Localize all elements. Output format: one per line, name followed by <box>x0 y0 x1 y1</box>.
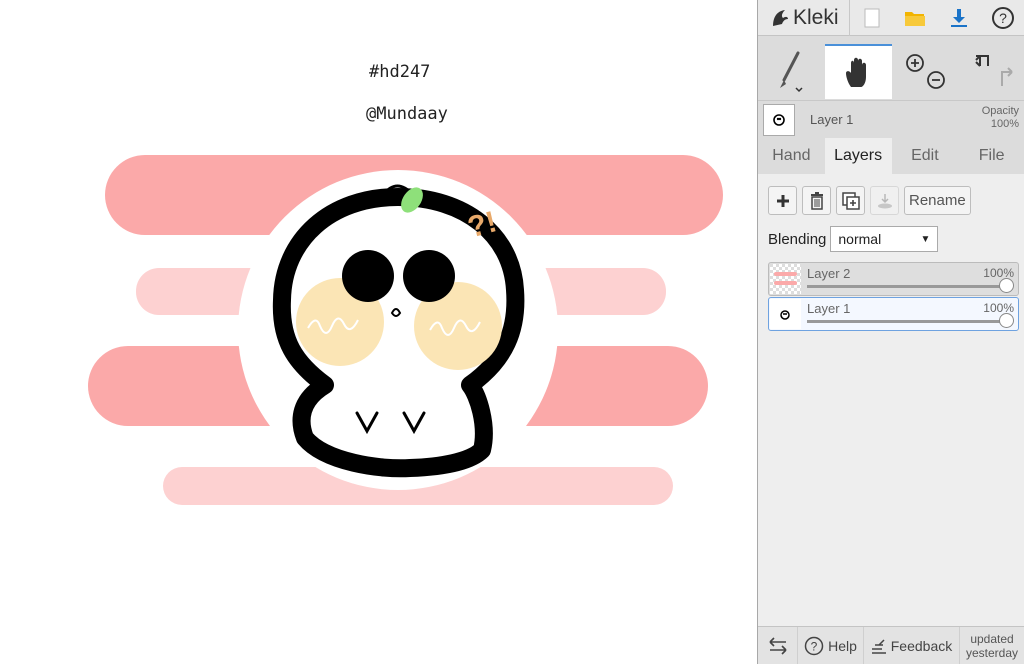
app-name: Kleki <box>793 6 839 29</box>
help-label: Help <box>828 637 857 654</box>
feedback-label: Feedback <box>890 637 953 654</box>
layer-row-layer-1[interactable]: Layer 1 100% <box>768 297 1019 331</box>
new-image-button[interactable] <box>850 0 894 36</box>
svg-text:?: ? <box>999 10 1007 26</box>
hand-tool-button[interactable] <box>824 44 892 99</box>
layer-2-thumbnail <box>770 264 801 294</box>
duplicate-layer-button[interactable] <box>836 186 865 215</box>
help-button[interactable]: ? Help <box>798 626 864 664</box>
updated-line-1: updated <box>970 631 1014 646</box>
help-circle-icon: ? <box>804 636 824 655</box>
open-button[interactable] <box>894 0 938 36</box>
nose <box>390 308 402 317</box>
hand-icon <box>846 57 867 87</box>
panel-tabs: Hand Layers Edit File <box>758 138 1024 174</box>
canvas-text-hashtag: #hd247 <box>369 62 431 82</box>
new-file-icon <box>864 8 880 28</box>
feedback-icon <box>871 638 886 654</box>
current-layer-name: Layer 1 <box>810 112 854 127</box>
help-icon: ? <box>992 7 1015 29</box>
history-buttons <box>958 44 1024 99</box>
current-layer-info: Layer 1 Opacity 100% <box>758 100 1024 138</box>
opacity-label: Opacity <box>981 105 1019 117</box>
trash-icon <box>810 191 823 210</box>
zoom-out-icon[interactable] <box>926 70 945 89</box>
tab-hand[interactable]: Hand <box>758 138 825 174</box>
plus-icon <box>776 194 789 207</box>
download-icon <box>951 9 968 27</box>
dropdown-arrow-icon: ▼ <box>920 233 931 245</box>
layer-row-layer-2[interactable]: Layer 2 100% <box>768 262 1019 296</box>
help-top-button[interactable]: ? <box>981 0 1024 36</box>
tab-edit[interactable]: Edit <box>892 138 959 174</box>
layer-name: Layer 2 <box>807 266 851 281</box>
opacity-value: 100% <box>990 118 1019 130</box>
kleki-mark-icon <box>773 10 788 26</box>
tool-row <box>758 44 1024 99</box>
layer-opacity-handle[interactable] <box>999 313 1014 328</box>
merge-down-button[interactable] <box>870 186 899 215</box>
layer-opacity-slider[interactable] <box>807 320 1006 323</box>
folder-icon <box>905 12 926 26</box>
merge-down-icon <box>877 193 892 208</box>
canvas-text-handle: @Mundaay <box>366 104 448 124</box>
updated-status[interactable]: updated yesterday <box>960 632 1018 660</box>
layer-opacity-handle[interactable] <box>999 278 1014 293</box>
updated-line-2: yesterday <box>966 645 1019 660</box>
layer-buttons: Rename <box>768 186 971 215</box>
zoom-in-icon[interactable] <box>905 53 924 72</box>
blending-value: normal <box>838 231 882 247</box>
swap-sides-button[interactable] <box>758 626 798 664</box>
current-layer-opacity[interactable]: Opacity 100% <box>982 105 1019 131</box>
brush-icon <box>780 51 803 92</box>
blending-select[interactable]: normal ▼ <box>830 226 939 252</box>
rename-layer-button[interactable]: Rename <box>904 186 971 215</box>
redo-icon[interactable] <box>1000 66 1013 86</box>
tab-layers[interactable]: Layers <box>824 138 892 174</box>
layer-1-thumbnail <box>770 299 801 329</box>
current-layer-thumbnail <box>763 103 795 136</box>
delete-layer-button[interactable] <box>802 186 831 215</box>
undo-icon[interactable] <box>974 54 989 67</box>
add-layer-button[interactable] <box>768 186 797 215</box>
svg-text:?: ? <box>811 639 818 653</box>
sidebar: Kleki ? Layer 1 Opacity 100% Hand Layers… <box>757 0 1024 664</box>
brush-tool-button[interactable] <box>758 44 825 99</box>
blending-label: Blending <box>768 230 827 248</box>
feedback-button[interactable]: Feedback <box>864 626 960 664</box>
blending-row: Blending normal ▼ <box>768 226 939 252</box>
zoom-buttons <box>891 44 959 99</box>
layer-name: Layer 1 <box>807 301 851 316</box>
duplicate-icon <box>841 191 860 210</box>
layer-opacity-slider[interactable] <box>807 285 1006 288</box>
download-button[interactable] <box>937 0 981 36</box>
top-bar: Kleki ? <box>758 0 1024 36</box>
kleki-logo[interactable]: Kleki <box>758 0 850 36</box>
kleki-app: ?! #hd247 @Mundaay Kleki ? Layer 1 Opaci… <box>0 0 1024 664</box>
tab-file[interactable]: File <box>958 138 1024 174</box>
drawing-canvas[interactable]: ?! #hd247 @Mundaay <box>0 0 757 664</box>
artwork: ?! <box>88 155 723 505</box>
footer-bar: ? Help Feedback updated yesterday <box>758 626 1024 664</box>
right-eye <box>403 250 455 302</box>
left-eye <box>342 250 394 302</box>
skull-thumb-icon <box>773 113 785 126</box>
swap-arrows-icon <box>768 636 787 655</box>
layers-panel: Rename Blending normal ▼ Layer 2 100% La… <box>758 174 1024 626</box>
